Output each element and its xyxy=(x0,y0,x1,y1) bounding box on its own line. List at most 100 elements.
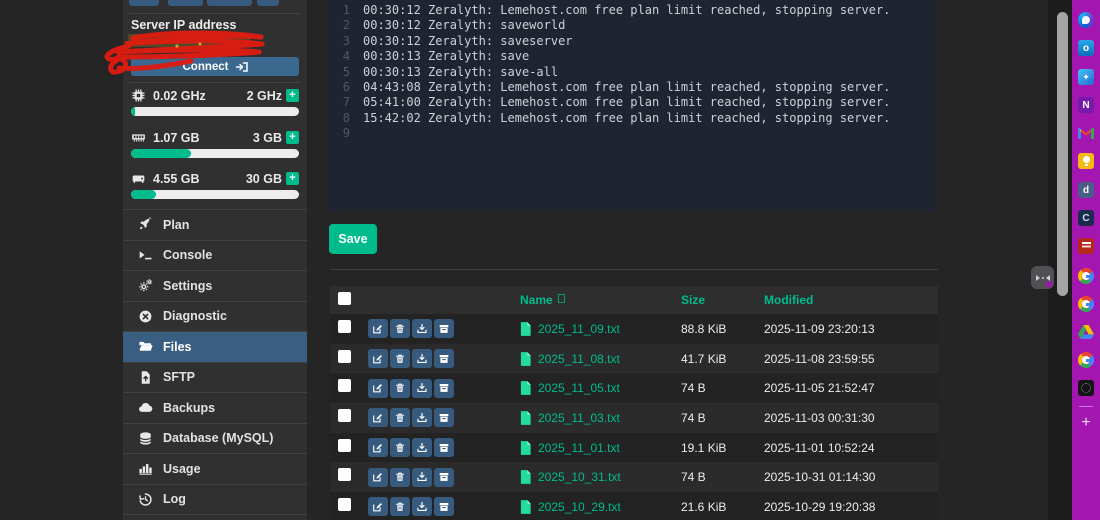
download-button[interactable] xyxy=(412,497,432,517)
server-control-button-4[interactable] xyxy=(257,0,279,6)
sidebar-item-diagnostic[interactable]: Diagnostic xyxy=(123,300,307,332)
sidebar-menu: Plan Console Settings Diagnostic Files S… xyxy=(123,209,307,520)
file-icon xyxy=(520,500,531,514)
bible-icon[interactable] xyxy=(1078,238,1094,254)
column-header-name[interactable]: Name xyxy=(520,293,681,307)
file-link[interactable]: 2025_10_31.txt xyxy=(538,470,621,484)
trash-icon xyxy=(394,442,406,454)
edit-button[interactable] xyxy=(368,497,388,517)
drive-icon[interactable] xyxy=(1078,324,1094,340)
server-control-button-1[interactable] xyxy=(129,0,159,6)
google-icon[interactable] xyxy=(1078,352,1094,368)
cpu-meter: 0.02 GHz 2 GHz + xyxy=(131,88,299,116)
row-checkbox[interactable] xyxy=(338,497,351,511)
sidebar-item-database[interactable]: Database (MySQL) xyxy=(123,422,307,454)
daily-dev-icon[interactable]: d xyxy=(1078,182,1094,198)
table-row: 2025_11_01.txt 19.1 KiB 2025-11-01 10:52… xyxy=(330,432,938,463)
delete-button[interactable] xyxy=(390,349,410,369)
row-checkbox[interactable] xyxy=(338,468,351,482)
edit-button[interactable] xyxy=(368,467,388,487)
site-favicon-icon[interactable] xyxy=(1078,380,1094,396)
console-editor[interactable]: 1 00:30:12 Zeralyth: Lemehost.com free pl… xyxy=(329,0,938,211)
delete-button[interactable] xyxy=(390,378,410,398)
sidebar-item-plan[interactable]: Plan xyxy=(123,209,307,240)
increase-disk-button[interactable]: + xyxy=(286,172,299,185)
edit-button[interactable] xyxy=(368,378,388,398)
google-icon[interactable] xyxy=(1078,296,1094,312)
select-all-checkbox[interactable] xyxy=(338,292,351,305)
archive-button[interactable] xyxy=(434,438,454,458)
table-header: Name Size Modified xyxy=(330,286,938,314)
scrollbar-thumb[interactable] xyxy=(1057,12,1068,296)
console-line: 15:42:02 Zeralyth: Lemehost.com free pla… xyxy=(363,110,891,125)
save-button[interactable]: Save xyxy=(329,224,377,254)
server-control-button-3[interactable] xyxy=(207,0,252,6)
download-button[interactable] xyxy=(412,378,432,398)
connect-button[interactable]: Connect xyxy=(131,57,299,76)
download-button[interactable] xyxy=(412,438,432,458)
page-scrollbar[interactable] xyxy=(1048,0,1072,520)
sidebar-item-console[interactable]: Console xyxy=(123,239,307,271)
memory-icon xyxy=(131,130,149,145)
download-button[interactable] xyxy=(412,408,432,428)
download-button[interactable] xyxy=(412,319,432,339)
row-checkbox[interactable] xyxy=(338,438,351,452)
archive-button[interactable] xyxy=(434,408,454,428)
file-link[interactable]: 2025_11_08.txt xyxy=(538,352,620,366)
collapse-sidebar-handle[interactable] xyxy=(1031,266,1054,289)
delete-button[interactable] xyxy=(390,319,410,339)
edit-button[interactable] xyxy=(368,438,388,458)
table-row: 2025_11_03.txt 74 B 2025-11-03 00:31:30 xyxy=(330,403,938,433)
add-sidebar-item-button[interactable]: + xyxy=(1072,414,1100,432)
increase-cpu-button[interactable]: + xyxy=(286,89,299,102)
delete-button[interactable] xyxy=(390,438,410,458)
edit-icon xyxy=(372,353,384,365)
file-link[interactable]: 2025_11_09.txt xyxy=(538,322,620,336)
server-control-button-2[interactable] xyxy=(168,0,203,6)
sidebar-item-log[interactable]: Log xyxy=(123,483,307,515)
cpu-max: 2 GHz xyxy=(246,88,282,103)
file-link[interactable]: 2025_11_01.txt xyxy=(538,441,620,455)
column-header-modified[interactable]: Modified xyxy=(764,293,938,307)
outlook-icon[interactable]: o xyxy=(1078,40,1094,56)
row-checkbox[interactable] xyxy=(338,319,351,333)
m365-copilot-icon[interactable] xyxy=(1078,12,1094,28)
delete-button[interactable] xyxy=(390,467,410,487)
archive-button[interactable] xyxy=(434,497,454,517)
archive-button[interactable] xyxy=(434,378,454,398)
console-line: 04:43:08 Zeralyth: Lemehost.com free pla… xyxy=(363,80,891,95)
claude-icon[interactable]: C xyxy=(1078,210,1094,226)
edit-button[interactable] xyxy=(368,319,388,339)
edit-button[interactable] xyxy=(368,349,388,369)
collapse-icon xyxy=(1035,274,1040,281)
sidebar-item-settings[interactable]: Settings xyxy=(123,270,307,301)
file-link[interactable]: 2025_11_05.txt xyxy=(538,381,620,395)
sidebar-item-usage[interactable]: Usage xyxy=(123,453,307,484)
delete-button[interactable] xyxy=(390,497,410,517)
lamp-icon[interactable] xyxy=(1078,153,1094,169)
file-link[interactable]: 2025_10_29.txt xyxy=(538,500,621,514)
designer-icon[interactable]: ✦ xyxy=(1078,69,1094,85)
archive-button[interactable] xyxy=(434,349,454,369)
sidebar-item-files[interactable]: Files xyxy=(123,331,307,362)
column-header-size[interactable]: Size xyxy=(681,293,764,307)
increase-memory-button[interactable]: + xyxy=(286,131,299,144)
edit-button[interactable] xyxy=(368,408,388,428)
sidebar-item-backups[interactable]: Backups xyxy=(123,392,307,423)
file-link[interactable]: 2025_11_03.txt xyxy=(538,411,620,425)
archive-button[interactable] xyxy=(434,319,454,339)
archive-button[interactable] xyxy=(434,467,454,487)
row-checkbox[interactable] xyxy=(338,349,351,363)
row-checkbox[interactable] xyxy=(338,379,351,393)
delete-button[interactable] xyxy=(390,408,410,428)
download-button[interactable] xyxy=(412,349,432,369)
google-icon[interactable] xyxy=(1078,268,1094,284)
onenote-icon[interactable]: N xyxy=(1078,97,1094,113)
file-icon xyxy=(520,441,531,455)
download-button[interactable] xyxy=(412,467,432,487)
file-modified: 2025-10-31 01:14:30 xyxy=(764,470,876,485)
row-checkbox[interactable] xyxy=(338,408,351,422)
gmail-icon[interactable] xyxy=(1078,125,1094,141)
sidebar-item-sftp[interactable]: SFTP xyxy=(123,361,307,393)
